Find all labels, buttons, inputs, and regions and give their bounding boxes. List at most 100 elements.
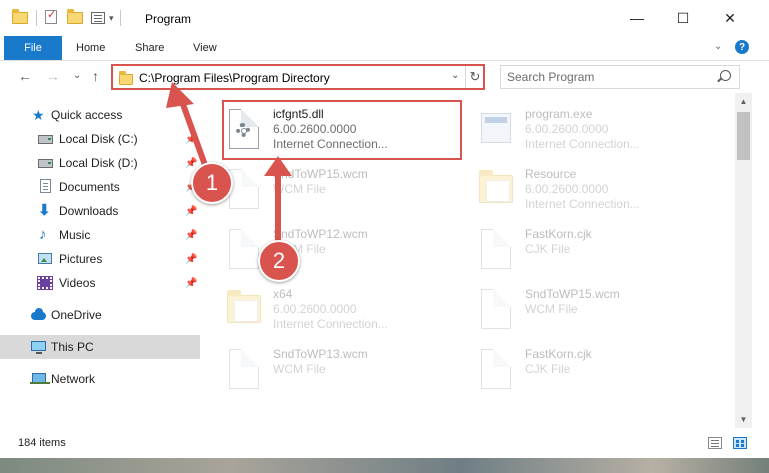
scroll-down-icon[interactable]: ▼ [735, 411, 752, 428]
refresh-button[interactable]: ↻ [465, 66, 484, 88]
status-bar: 184 items [0, 430, 769, 458]
file-name: icfgnt5.dll [273, 107, 324, 121]
file-item-text: program.exe 6.00.2600.0000 Internet Conn… [525, 106, 640, 152]
file-version: 6.00.2600.0000 [273, 302, 357, 316]
address-dropdown-icon[interactable]: ⌄ [451, 70, 459, 81]
tab-share[interactable]: Share [135, 36, 164, 60]
pin-icon[interactable]: 📌 [185, 278, 197, 289]
file-icon [479, 289, 517, 335]
file-description: Internet Connection... [525, 137, 640, 151]
file-item-text: icfgnt5.dll 6.00.2600.0000 Internet Conn… [273, 106, 388, 152]
maximize-button[interactable]: ☐ [660, 0, 706, 36]
details-view-icon[interactable] [708, 437, 722, 449]
toolbar-divider [36, 10, 37, 26]
sidebar-item-pictures[interactable]: Pictures 📌 [0, 247, 200, 271]
search-icon [720, 70, 731, 81]
pin-icon[interactable]: 📌 [185, 254, 197, 265]
file-item-text: SndToWP15.wcm WCM File [525, 286, 620, 317]
file-item-text: Resource 6.00.2600.0000 Internet Connect… [525, 166, 640, 212]
file-name: Resource [525, 167, 577, 181]
file-name: program.exe [525, 107, 593, 121]
file-description: Internet Connection... [273, 317, 388, 331]
sidebar-item-local-disk-c[interactable]: Local Disk (C:) 📌 [0, 127, 200, 151]
file-item-sndtowp13-wcm[interactable]: SndToWP13.wcm WCM File [227, 341, 462, 399]
music-icon: ♪ [39, 226, 47, 243]
help-icon[interactable]: ? [735, 40, 749, 54]
search-box[interactable] [500, 65, 740, 89]
customize-toolbar-icon[interactable]: ▾ [109, 13, 114, 24]
file-item-icfgnt5-dll[interactable]: icfgnt5.dll 6.00.2600.0000 Internet Conn… [227, 101, 462, 159]
navigation-bar: ← → ⌄ ↑ C:\Program Files\Program Directo… [0, 61, 769, 93]
sidebar-item-documents[interactable]: Documents 📌 [0, 175, 200, 199]
file-explorer-window: ▾ Program — ☐ ✕ File Home Share View ⌄ ?… [0, 0, 769, 458]
sidebar-item-music[interactable]: ♪ Music 📌 [0, 223, 200, 247]
new-folder-icon[interactable] [67, 9, 83, 26]
toolbar-divider [119, 10, 121, 26]
pin-icon[interactable]: 📌 [185, 230, 197, 241]
file-item-text: x64 6.00.2600.0000 Internet Connection..… [273, 286, 388, 332]
recent-locations-button[interactable]: ⌄ [73, 70, 81, 81]
folder-icon [12, 9, 28, 26]
file-icon [227, 349, 265, 395]
file-name: FastKorn.cjk [525, 227, 592, 241]
sidebar-item-this-pc[interactable]: This PC [0, 335, 200, 359]
tab-file[interactable]: File [4, 36, 62, 60]
properties-icon[interactable] [43, 8, 59, 26]
sidebar-item-label: Local Disk (C:) [59, 132, 138, 146]
file-item-fastkorn-cjk[interactable]: FastKorn.cjk CJK File [479, 221, 714, 279]
folder-icon [119, 71, 133, 85]
large-icons-view-icon[interactable] [733, 437, 747, 449]
pin-icon[interactable]: 📌 [185, 206, 197, 217]
file-name: x64 [273, 287, 293, 301]
file-item-fastkorn-cjk-2[interactable]: FastKorn.cjk CJK File [479, 341, 714, 399]
pin-icon[interactable]: 📌 [185, 134, 197, 145]
download-icon: ⬇ [38, 202, 51, 219]
drive-icon [38, 155, 54, 171]
pin-icon[interactable]: 📌 [185, 158, 197, 169]
file-type: WCM File [273, 362, 326, 376]
folder-item-x64[interactable]: x64 6.00.2600.0000 Internet Connection..… [227, 281, 462, 339]
address-path[interactable]: C:\Program Files\Program Directory [139, 71, 330, 85]
minimize-button[interactable]: — [614, 0, 660, 36]
dll-gear-icon [227, 109, 265, 155]
folder-item-resource[interactable]: Resource 6.00.2600.0000 Internet Connect… [479, 161, 714, 219]
scroll-up-icon[interactable]: ▲ [735, 93, 752, 110]
file-item-text: FastKorn.cjk CJK File [525, 226, 592, 257]
forward-button[interactable]: → [46, 68, 60, 84]
sidebar-item-videos[interactable]: Videos 📌 [0, 271, 200, 295]
ribbon-tabs: File Home Share View ⌄ ? [0, 36, 769, 61]
file-type: CJK File [525, 242, 571, 256]
sidebar-item-onedrive[interactable]: OneDrive [0, 303, 200, 327]
tab-view[interactable]: View [193, 36, 217, 60]
view-options-icon[interactable] [91, 10, 107, 26]
file-item-program-exe[interactable]: program.exe 6.00.2600.0000 Internet Conn… [479, 101, 714, 159]
sidebar-item-local-disk-d[interactable]: Local Disk (D:) 📌 [0, 151, 200, 175]
file-type: CJK File [525, 362, 571, 376]
sidebar-item-quick-access[interactable]: ★ Quick access [0, 103, 200, 127]
sidebar-item-label: Music [59, 228, 91, 242]
address-bar[interactable]: C:\Program Files\Program Directory ⌄ ↻ [111, 64, 485, 90]
documents-icon [38, 179, 54, 195]
sidebar-item-downloads[interactable]: ⬇ Downloads 📌 [0, 199, 200, 223]
scroll-thumb[interactable] [737, 112, 750, 160]
file-description: Internet Connection... [525, 197, 640, 211]
file-icon [227, 169, 265, 215]
file-version: 6.00.2600.0000 [525, 182, 609, 196]
back-button[interactable]: ← [18, 68, 32, 84]
expand-ribbon-icon[interactable]: ⌄ [714, 41, 722, 52]
sidebar-item-network[interactable]: Network [0, 367, 200, 391]
up-button[interactable]: ↑ [92, 68, 99, 84]
tab-home[interactable]: Home [76, 36, 105, 60]
file-type: WCM File [273, 182, 326, 196]
file-item-sndtowp15-wcm[interactable]: SndToWP15.wcm WCM File [227, 161, 462, 219]
vertical-scrollbar[interactable]: ▲ ▼ [735, 93, 752, 428]
file-name: SndToWP13.wcm [273, 347, 368, 361]
network-icon [30, 371, 50, 387]
step-marker-2: 2 [258, 240, 300, 282]
file-item-sndtowp15-wcm-2[interactable]: SndToWP15.wcm WCM File [479, 281, 714, 339]
close-button[interactable]: ✕ [707, 0, 753, 36]
star-icon: ★ [32, 107, 45, 123]
sidebar-item-label: Local Disk (D:) [59, 156, 138, 170]
file-version: 6.00.2600.0000 [273, 122, 357, 136]
search-input[interactable] [507, 70, 707, 84]
